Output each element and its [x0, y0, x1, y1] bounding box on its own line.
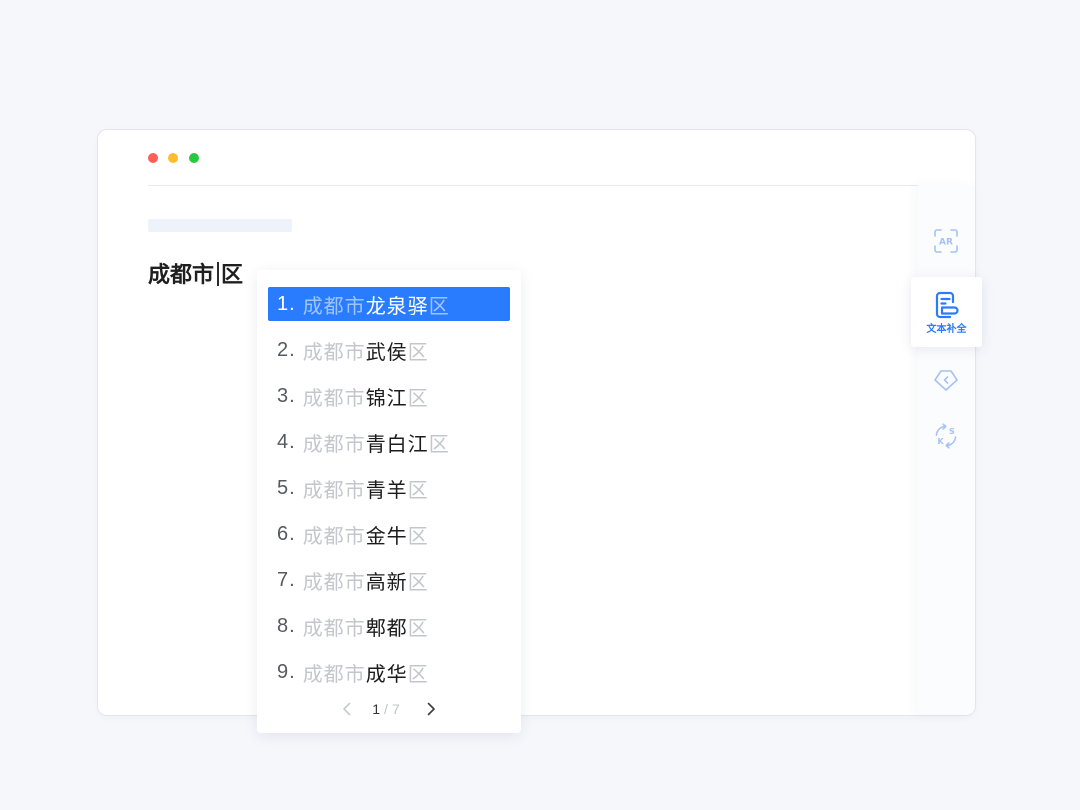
- suggestion-item[interactable]: 3. 成都市 锦江区: [268, 379, 510, 413]
- suggestion-item[interactable]: 7. 成都市 高新区: [268, 563, 510, 597]
- suggestion-prefix: 成都市: [302, 571, 366, 594]
- suggestion-name: 武侯: [365, 341, 408, 364]
- suggestion-prefix: 成都市: [302, 663, 366, 686]
- zoom-button[interactable]: [189, 153, 199, 163]
- suggestion-index: 4.: [277, 430, 296, 453]
- editor-text-before-cursor: 成都市: [148, 262, 215, 287]
- suggestion-index: 6.: [277, 522, 296, 545]
- suggestion-name: 锦江: [365, 387, 408, 410]
- text-cursor: [217, 262, 220, 286]
- suggestion-suffix: 区: [407, 617, 429, 640]
- suggestion-index: 5.: [277, 476, 296, 499]
- editor-window: 成都市区: [97, 129, 976, 716]
- suggestion-suffix: 区: [407, 479, 429, 502]
- suggestion-list: 1. 成都市 龙泉驿区 2. 成都市 武侯区 3. 成都市 锦江区 4. 成都市 青白江区 5.…: [268, 287, 510, 689]
- suggestion-index: 8.: [277, 614, 296, 637]
- completion-dropdown: 1. 成都市 龙泉驿区 2. 成都市 武侯区 3. 成都市 锦江区 4. 成都市 青白江区 5.…: [257, 270, 521, 733]
- suggestion-suffix: 区: [407, 387, 429, 410]
- suggestion-name: 龙泉驿: [365, 295, 429, 318]
- suggestion-item[interactable]: 4. 成都市 青白江区: [268, 425, 510, 459]
- suggestion-name: 成华: [365, 663, 408, 686]
- text-completion-icon: [935, 291, 959, 319]
- title-divider: [148, 185, 918, 186]
- next-page-button[interactable]: [426, 702, 436, 716]
- suggestion-suffix: 区: [407, 341, 429, 364]
- suggestion-item[interactable]: 2. 成都市 武侯区: [268, 333, 510, 367]
- suggestion-prefix: 成都市: [302, 433, 366, 456]
- current-page: 1: [372, 701, 381, 717]
- suggestion-index: 2.: [277, 338, 296, 361]
- editor-text-area[interactable]: 成都市区: [148, 260, 243, 290]
- suggestion-item[interactable]: 1. 成都市 龙泉驿区: [268, 287, 510, 321]
- suggestion-name: 青白江: [365, 433, 429, 456]
- suggestion-name: 金牛: [365, 525, 408, 548]
- text-recognition-button[interactable]: AR: [926, 221, 966, 261]
- suggestion-index: 9.: [277, 660, 296, 683]
- tag-icon: [934, 370, 958, 391]
- suggestion-index: 3.: [277, 384, 296, 407]
- chevron-right-icon: [427, 702, 435, 716]
- prev-page-button[interactable]: [342, 702, 352, 716]
- suggestion-name: 郫都: [365, 617, 408, 640]
- page: 成都市区 AR 文本补全 S K 1. 成都市 龙泉驿 区 2. 成都市 武侯 …: [0, 0, 1080, 810]
- page-separator: /: [384, 701, 388, 717]
- close-button[interactable]: [148, 153, 158, 163]
- text-completion-button[interactable]: 文本补全: [911, 277, 982, 347]
- suggestion-prefix: 成都市: [302, 295, 366, 318]
- suggestion-prefix: 成都市: [302, 479, 366, 502]
- suggestion-suffix: 区: [428, 433, 450, 456]
- suggestion-prefix: 成都市: [302, 387, 366, 410]
- minimize-button[interactable]: [168, 153, 178, 163]
- text-recognition-icon: AR: [934, 229, 958, 253]
- suggestion-prefix: 成都市: [302, 617, 366, 640]
- pagination: 1 / 7: [257, 697, 521, 721]
- total-pages: 7: [391, 701, 400, 717]
- suggestion-index: 7.: [277, 568, 296, 591]
- tool-sidebar: AR 文本补全 S K: [911, 185, 982, 715]
- suggestion-item[interactable]: 9. 成都市 成华区: [268, 655, 510, 689]
- chevron-left-icon: [343, 702, 351, 716]
- suggestion-prefix: 成都市: [302, 525, 366, 548]
- suggestion-suffix: 区: [407, 525, 429, 548]
- convert-icon-glyph-top: S: [949, 427, 955, 436]
- editor-text-after-cursor: 区: [221, 262, 244, 287]
- suggestion-suffix: 区: [407, 663, 429, 686]
- suggestion-item[interactable]: 5. 成都市 青羊区: [268, 471, 510, 505]
- text-recognition-icon-glyph: AR: [939, 238, 953, 248]
- convert-icon: S K: [935, 423, 957, 449]
- text-completion-label: 文本补全: [926, 324, 967, 335]
- suggestion-item[interactable]: 6. 成都市 金牛区: [268, 517, 510, 551]
- convert-icon-glyph-bottom: K: [938, 437, 945, 446]
- suggestion-name: 青羊: [365, 479, 408, 502]
- convert-button[interactable]: S K: [926, 416, 966, 456]
- suggestion-suffix: 区: [428, 295, 450, 318]
- suggestion-item[interactable]: 8. 成都市 郫都区: [268, 609, 510, 643]
- suggestion-name: 高新: [365, 571, 408, 594]
- suggestion-suffix: 区: [407, 571, 429, 594]
- suggestion-prefix: 成都市: [302, 341, 366, 364]
- suggestion-index: 1.: [277, 292, 296, 315]
- tag-button[interactable]: [926, 360, 966, 400]
- title-placeholder: [148, 219, 292, 232]
